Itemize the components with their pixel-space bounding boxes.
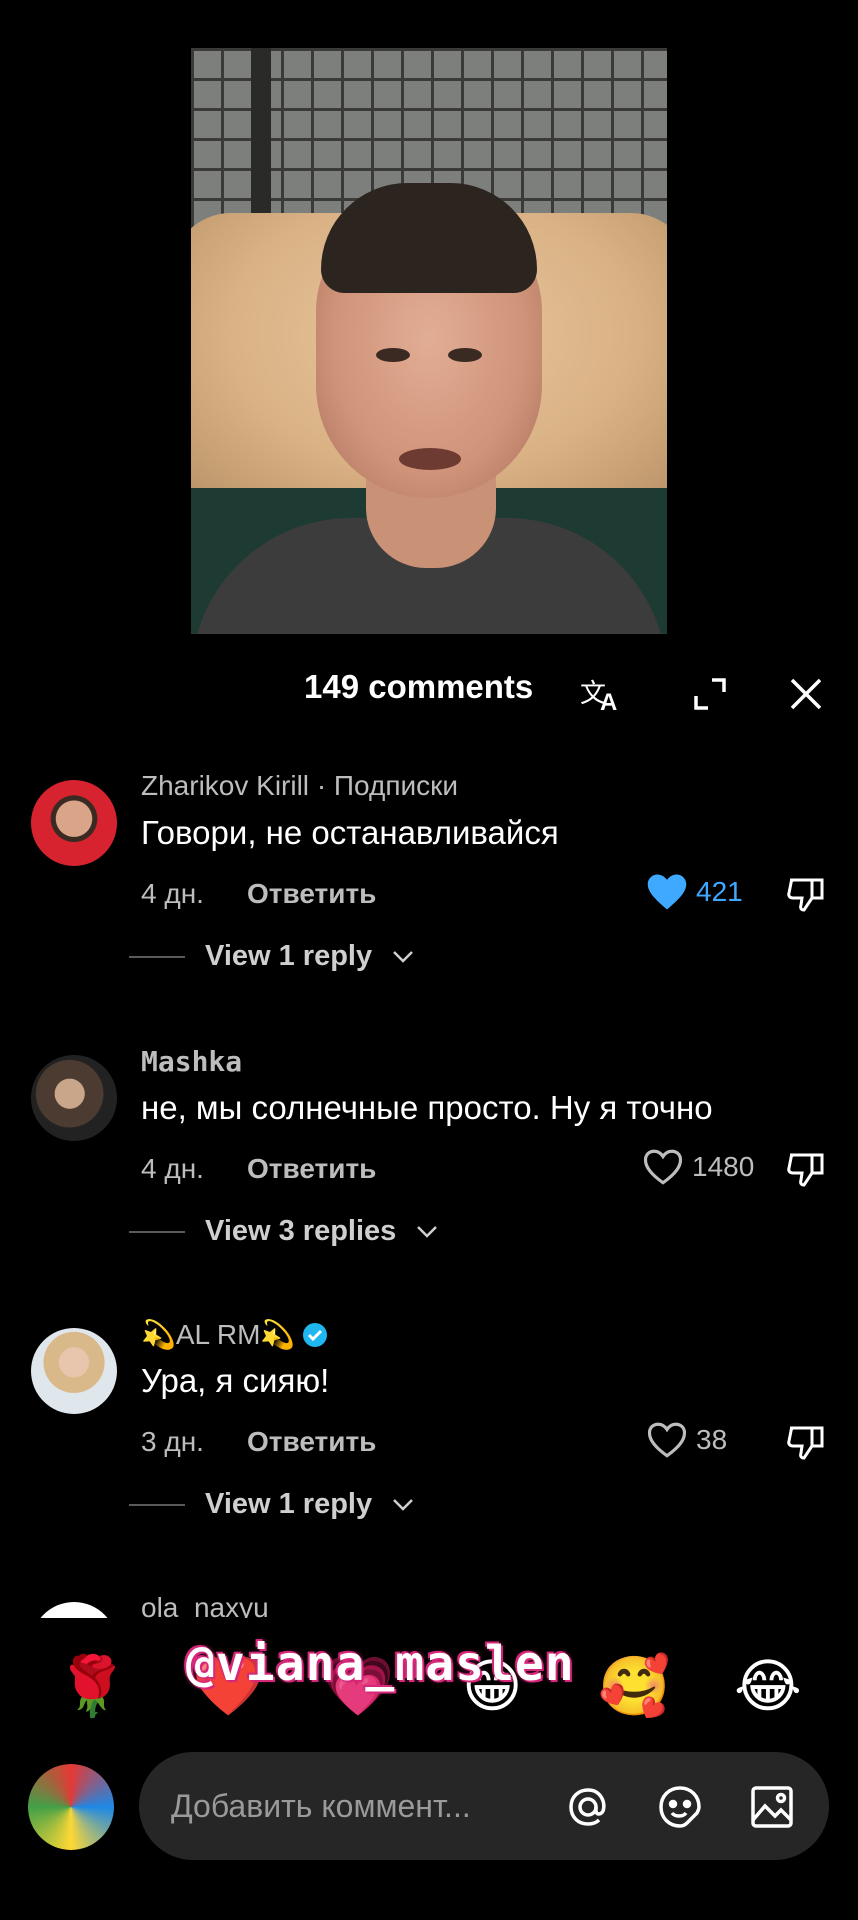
- reaction-laugh[interactable]: 😂: [734, 1652, 802, 1720]
- like-button[interactable]: 38: [646, 1420, 727, 1460]
- avatar[interactable]: [31, 780, 117, 866]
- comment-author[interactable]: ola_naxyu: [141, 1592, 269, 1618]
- expand-icon[interactable]: [688, 672, 732, 716]
- heart-icon: [647, 874, 687, 910]
- view-replies-button[interactable]: View 1 reply: [129, 940, 414, 973]
- image-icon[interactable]: [747, 1782, 797, 1832]
- like-button[interactable]: 421: [646, 872, 743, 912]
- view-replies-label: View 3 replies: [205, 1215, 397, 1247]
- avatar[interactable]: [31, 1328, 117, 1414]
- dislike-icon[interactable]: [784, 1147, 828, 1191]
- comment-text: Говори, не останавливайся: [141, 814, 559, 851]
- verified-badge-icon: [303, 1322, 328, 1347]
- comment-time: 3 дн.: [141, 1426, 204, 1457]
- reply-button[interactable]: Ответить: [247, 878, 376, 910]
- view-replies-label: View 1 reply: [205, 1488, 373, 1520]
- comment-time: 4 дн.: [141, 1153, 204, 1184]
- video-player[interactable]: [191, 48, 667, 634]
- person-eye-left: [376, 348, 410, 362]
- heart-icon: [647, 1422, 687, 1458]
- like-count: 38: [696, 1424, 728, 1455]
- comment-author[interactable]: Zharikov Kirill: [141, 770, 309, 801]
- like-count: 421: [696, 876, 743, 907]
- comments-count-title: 149 comments: [304, 668, 534, 705]
- reaction-rose[interactable]: 🌹: [56, 1652, 128, 1721]
- comment-author[interactable]: Mashka: [141, 1045, 242, 1078]
- translate-icon[interactable]: 文 A: [580, 672, 624, 716]
- sticker-icon[interactable]: [655, 1782, 705, 1832]
- comment-item: ola_naxyu: [0, 1592, 858, 1618]
- avatar[interactable]: [31, 1602, 117, 1618]
- person-eye-right: [448, 348, 482, 362]
- person-mouth: [399, 448, 461, 470]
- comment-text: Ура, я сияю!: [141, 1362, 330, 1399]
- dislike-icon[interactable]: [784, 1420, 828, 1464]
- comment-text: не, мы солнечные просто. Ну я точно: [141, 1089, 713, 1126]
- chevron-down-icon: [393, 950, 414, 963]
- like-button[interactable]: 1480: [642, 1147, 754, 1187]
- comment-author[interactable]: 💫AL RM💫: [141, 1318, 295, 1351]
- view-replies-label: View 1 reply: [205, 940, 373, 972]
- divider-line: [129, 1503, 185, 1506]
- comment-input[interactable]: Добавить коммент...: [139, 1752, 829, 1860]
- avatar[interactable]: [31, 1055, 117, 1141]
- divider-line: [129, 955, 185, 958]
- dislike-icon[interactable]: [784, 872, 828, 916]
- view-replies-button[interactable]: View 3 replies: [129, 1215, 438, 1248]
- divider-line: [129, 1230, 185, 1233]
- subscription-label: · Подписки: [316, 770, 459, 801]
- reply-button[interactable]: Ответить: [247, 1153, 376, 1185]
- chevron-down-icon: [417, 1225, 438, 1238]
- close-icon[interactable]: [784, 672, 828, 716]
- mention-icon[interactable]: [563, 1782, 613, 1832]
- heart-icon: [643, 1149, 683, 1185]
- like-count: 1480: [692, 1151, 755, 1182]
- svg-text:A: A: [600, 689, 617, 716]
- my-avatar[interactable]: [28, 1764, 114, 1850]
- watermark: @viana_maslen: [186, 1636, 575, 1692]
- reply-button[interactable]: Ответить: [247, 1426, 376, 1458]
- reaction-love-face[interactable]: 🥰: [598, 1652, 670, 1721]
- comment-input-placeholder: Добавить коммент...: [171, 1788, 471, 1824]
- view-replies-button[interactable]: View 1 reply: [129, 1488, 414, 1521]
- comment-time: 4 дн.: [141, 878, 204, 909]
- chevron-down-icon: [393, 1498, 414, 1511]
